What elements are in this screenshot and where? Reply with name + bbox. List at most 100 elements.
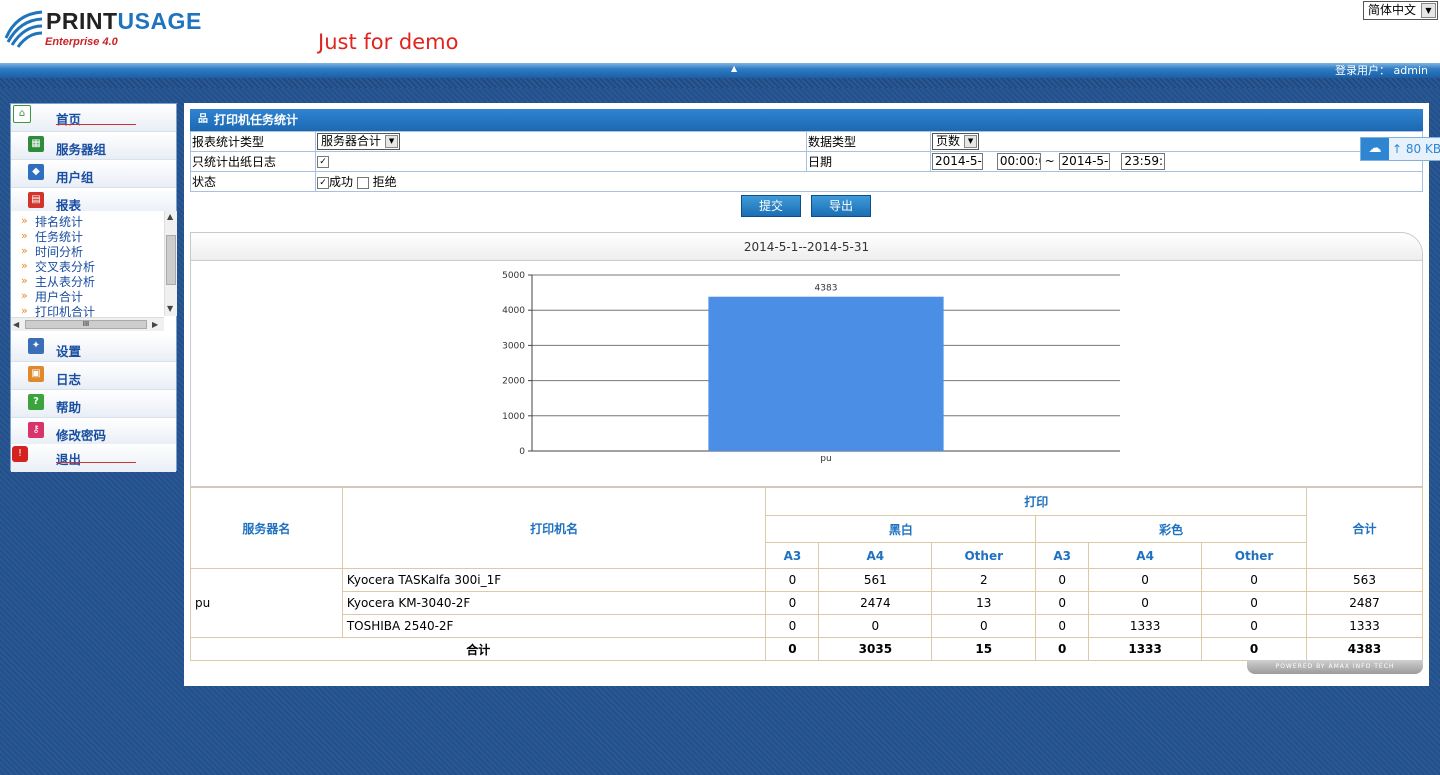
sidebar-item-label: 设置 bbox=[56, 344, 82, 359]
scroll-thumb[interactable] bbox=[166, 235, 176, 285]
sidebar-item-server-group[interactable]: ▦ 服务器组 bbox=[11, 132, 176, 160]
network-speed-widget[interactable]: ☁ ↑ 80 KB/ bbox=[1360, 137, 1440, 161]
status-reject-label: 拒绝 bbox=[372, 175, 397, 189]
sidebar-item-home[interactable]: ⌂ 首页 bbox=[11, 104, 176, 132]
printer-cell: Kyocera KM-3040-2F bbox=[341, 591, 767, 615]
submenu-vertical-scrollbar[interactable]: ▲ ▼ bbox=[164, 211, 177, 316]
demo-watermark-text: Just for demo bbox=[318, 30, 459, 54]
value-cell: 0 bbox=[1088, 568, 1203, 592]
header-printer: 打印机名 bbox=[341, 487, 767, 569]
value-cell: 2487 bbox=[1306, 591, 1423, 615]
sidebar-item-user-group[interactable]: ◆ 用户组 bbox=[11, 160, 176, 188]
logout-icon: ! bbox=[12, 446, 28, 462]
cloud-icon: ☁ bbox=[1361, 138, 1389, 160]
sidebar-item-change-password[interactable]: ⚷ 修改密码 bbox=[11, 418, 176, 446]
sidebar-item-help[interactable]: ? 帮助 bbox=[11, 390, 176, 418]
sidebar-item-label: 修改密码 bbox=[56, 428, 107, 443]
table-row: TOSHIBA 2540-2F 0 0 0 0 1333 0 1333 bbox=[191, 614, 1423, 638]
filter-form: 报表统计类型 服务器合计 ▼ 数据类型 页数 ▼ 只统计出纸日志 ✓ 日期 20… bbox=[190, 131, 1423, 192]
value-cell: 13 bbox=[931, 591, 1037, 615]
header-server: 服务器名 bbox=[190, 487, 343, 569]
paper-log-label: 只统计出纸日志 bbox=[190, 151, 316, 172]
total-cell: 0 bbox=[1035, 637, 1090, 661]
total-cell: 3035 bbox=[818, 637, 933, 661]
language-select[interactable]: 简体中文 ▼ bbox=[1363, 1, 1438, 20]
total-cell: 1333 bbox=[1088, 637, 1203, 661]
value-cell: 0 bbox=[1035, 568, 1090, 592]
language-value: 简体中文 bbox=[1368, 3, 1417, 17]
submenu-horizontal-scrollbar[interactable]: ◀ III ▶ bbox=[11, 317, 164, 331]
report-type-value: 服务器合计 bbox=[321, 134, 382, 148]
paper-log-checkbox[interactable]: ✓ bbox=[317, 156, 329, 168]
value-cell: 2474 bbox=[818, 591, 933, 615]
submenu-item-master-detail[interactable]: 主从表分析 bbox=[21, 274, 95, 289]
y-tick-label: 0 bbox=[519, 447, 525, 457]
help-icon: ? bbox=[28, 394, 44, 410]
key-icon: ⚷ bbox=[28, 422, 44, 438]
y-tick-label: 1000 bbox=[502, 412, 525, 422]
sidebar-item-log[interactable]: ▣ 日志 bbox=[11, 362, 176, 390]
settings-icon: ✦ bbox=[28, 338, 44, 354]
report-type-select[interactable]: 服务器合计 ▼ bbox=[317, 133, 401, 150]
server-cell: pu bbox=[190, 568, 343, 638]
collapse-header-icon[interactable]: ▲ bbox=[731, 64, 737, 73]
printer-cell: Kyocera TASKalfa 300i_1F bbox=[341, 568, 767, 592]
bar bbox=[708, 296, 944, 451]
header-color: 彩色 bbox=[1035, 515, 1307, 543]
sidebar-item-label: 首页 bbox=[56, 112, 82, 127]
sidebar-item-settings[interactable]: ✦ 设置 bbox=[11, 334, 176, 362]
value-cell: 0 bbox=[818, 614, 933, 638]
scroll-right-icon[interactable]: ▶ bbox=[152, 320, 158, 329]
submenu-item-crosstab[interactable]: 交叉表分析 bbox=[21, 259, 95, 274]
main-panel: 品 打印机任务统计 报表统计类型 服务器合计 ▼ 数据类型 页数 ▼ 只统计出纸… bbox=[184, 103, 1429, 686]
printer-cell: TOSHIBA 2540-2F bbox=[341, 614, 767, 638]
time-from-input[interactable]: 00:00:0 bbox=[996, 153, 1041, 170]
value-cell: 563 bbox=[1306, 568, 1423, 592]
submenu-item-ranking[interactable]: 排名统计 bbox=[21, 214, 83, 229]
submenu-item-task-stats[interactable]: 任务统计 bbox=[21, 229, 83, 244]
report-submenu: 排名统计 任务统计 时间分析 交叉表分析 主从表分析 用户合计 打印机合计 bbox=[11, 211, 176, 317]
time-to-input[interactable]: 23:59:5 bbox=[1121, 153, 1166, 170]
range-separator: ~ bbox=[1044, 154, 1055, 168]
report-icon: ▤ bbox=[28, 192, 44, 208]
status-success-checkbox[interactable]: ✓ bbox=[317, 176, 329, 189]
chevron-down-icon: ▼ bbox=[385, 135, 399, 148]
scroll-up-icon[interactable]: ▲ bbox=[167, 212, 173, 221]
header-color-other: Other bbox=[1201, 542, 1307, 569]
panel-title-bar: 品 打印机任务统计 bbox=[190, 109, 1423, 131]
date-label: 日期 bbox=[806, 151, 931, 172]
submenu-item-user-total[interactable]: 用户合计 bbox=[21, 289, 83, 304]
value-cell: 1333 bbox=[1306, 614, 1423, 638]
powered-by-badge: POWERED BY AMAX INFO TECH bbox=[1247, 660, 1423, 674]
submit-button[interactable]: 提交 bbox=[741, 195, 801, 217]
chevron-down-icon: ▼ bbox=[964, 135, 978, 148]
home-icon: ⌂ bbox=[13, 105, 31, 123]
upload-speed: ↑ 80 KB/ bbox=[1392, 142, 1440, 156]
header-bw-a3: A3 bbox=[765, 542, 820, 569]
value-cell: 0 bbox=[1035, 591, 1090, 615]
date-from-input[interactable]: 2014-5-1 bbox=[932, 153, 983, 170]
value-cell: 0 bbox=[931, 614, 1037, 638]
data-type-select[interactable]: 页数 ▼ bbox=[932, 133, 980, 150]
submenu-item-printer-total[interactable]: 打印机合计 bbox=[21, 304, 95, 317]
printusage-logo-icon bbox=[4, 10, 43, 48]
scroll-thumb[interactable]: III bbox=[25, 320, 147, 329]
status-reject-checkbox[interactable] bbox=[356, 176, 369, 189]
scroll-left-icon[interactable]: ◀ bbox=[13, 320, 19, 329]
scroll-down-icon[interactable]: ▼ bbox=[167, 304, 173, 313]
chevron-down-icon: ▼ bbox=[1421, 3, 1436, 18]
date-to-input[interactable]: 2014-5-3 bbox=[1058, 153, 1110, 170]
value-cell: 0 bbox=[1201, 591, 1307, 615]
export-button[interactable]: 导出 bbox=[811, 195, 871, 217]
sidebar-item-label: 帮助 bbox=[56, 400, 82, 415]
login-user-info: 登录用户： admin bbox=[1335, 64, 1428, 77]
sidebar-item-logout[interactable]: ! 退出 bbox=[11, 444, 176, 472]
value-cell: 561 bbox=[818, 568, 933, 592]
total-cell: 15 bbox=[931, 637, 1037, 661]
submenu-item-time-analysis[interactable]: 时间分析 bbox=[21, 244, 83, 259]
y-tick-label: 3000 bbox=[502, 341, 525, 351]
data-type-value: 页数 bbox=[936, 134, 961, 148]
bar-chart: 0 1000 2000 3000 4000 5000 4383 pu bbox=[502, 271, 1120, 464]
total-cell: 4383 bbox=[1306, 637, 1423, 661]
value-cell: 2 bbox=[931, 568, 1037, 592]
